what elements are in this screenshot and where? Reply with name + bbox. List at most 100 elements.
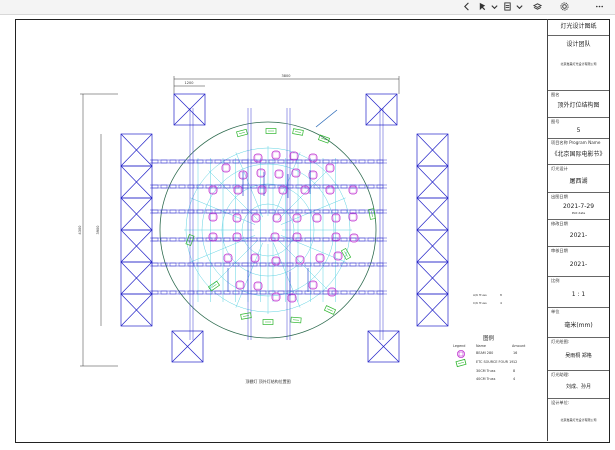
title-block-date: 出图日期 2021-7-29 Plot date — [548, 193, 609, 220]
truss-segment — [232, 159, 240, 164]
truss-segment — [205, 209, 213, 214]
truss-segment — [169, 237, 177, 242]
title-block-assistant: 灯光助理: 刘成、孙月 — [548, 371, 609, 399]
truss-segment — [241, 262, 249, 267]
truss-segment — [340, 290, 348, 295]
truss-segment — [331, 262, 339, 267]
truss-segment — [259, 262, 267, 267]
drawing-caption: 顶棚灯 顶外灯结构位置图 — [245, 378, 290, 384]
spot-fixture-layer — [185, 128, 376, 325]
truss-segment — [304, 237, 312, 242]
stage-plot-drawing: 3800 1200 4300 3900 顶棚灯 顶外灯结构位置图 A/K Tru… — [78, 74, 502, 384]
truss-segment — [205, 290, 213, 295]
truss-segment — [340, 159, 348, 164]
truss-segment — [340, 209, 348, 214]
truss-segment — [151, 237, 159, 242]
title-block-unit: 单位 毫米(mm) — [548, 308, 609, 338]
date-label: 出图日期 — [551, 194, 568, 199]
beam-fixture — [309, 281, 317, 289]
team-sub: 北京舞美灯光设计有限公司 — [560, 62, 597, 66]
truss-segment — [268, 159, 276, 164]
truss-row-layer — [150, 108, 387, 340]
truss-segment — [322, 237, 330, 242]
truss-segment — [178, 237, 186, 242]
title-block-team: 设计团队 北京舞美灯光设计有限公司 — [548, 36, 609, 91]
title-block-address: 设计单位: 北京舞美灯光设计有限公司 — [548, 399, 609, 441]
beam-fixture — [326, 164, 334, 172]
plot-date: 2021-7-29 — [562, 203, 595, 210]
plot-date-sub: Plot date — [571, 211, 586, 215]
sheet-label: 图号 — [551, 119, 560, 124]
truss-segment — [358, 290, 366, 295]
address-value: 北京舞美灯光设计有限公司 — [560, 418, 597, 422]
revision-date: 2021- — [569, 232, 588, 239]
project-name: 《北京国际电影节》 — [551, 151, 606, 158]
spot-fixture — [207, 280, 221, 292]
legend-header-name: Name — [476, 344, 487, 348]
truss-segment — [160, 290, 168, 295]
spot-fixture — [340, 247, 352, 261]
truss-segment — [331, 159, 339, 164]
beam-fixture — [254, 282, 262, 290]
truss-segment — [223, 209, 231, 214]
beam-fixture — [293, 233, 301, 241]
legend-row-2-name: ETC SOURCE FOUR 19 — [476, 360, 514, 364]
assistant-names: 刘成、孙月 — [565, 384, 591, 390]
truss-segment — [178, 262, 186, 267]
beam-fixture — [272, 293, 280, 301]
spot-fixture — [290, 316, 302, 324]
truss-segment — [151, 209, 159, 214]
truss-segment — [241, 159, 249, 164]
grid-spoke — [208, 239, 259, 290]
sheet-number: 5 — [576, 127, 581, 134]
truss-segment — [232, 209, 240, 214]
legend-header-legend: Legend — [453, 344, 466, 348]
truss-segment — [277, 209, 285, 214]
spot-fixture — [323, 305, 337, 315]
title-block-drawing-name: 图名 顶外灯位结构图 — [548, 91, 609, 118]
truss-segment — [241, 209, 249, 214]
legend-row-1-name: BEAM 280 — [476, 351, 494, 355]
truss-segment — [313, 262, 321, 267]
beam-fixture — [332, 214, 340, 222]
truss-segment — [178, 209, 186, 214]
beam-fixture — [273, 214, 281, 222]
truss-segment — [169, 184, 177, 189]
truss-segment — [151, 290, 159, 295]
unit-value: 毫米(mm) — [564, 322, 593, 329]
team-label: 设计团队 — [566, 41, 591, 48]
truss-segment — [313, 237, 321, 242]
title-block: 灯光设计图纸 设计团队 北京舞美灯光设计有限公司 图名 顶外灯位结构图 图号 5… — [547, 19, 609, 441]
truss-segment — [358, 159, 366, 164]
drawing-name: 顶外灯位结构图 — [557, 102, 600, 109]
truss-segment — [322, 290, 330, 295]
truss-segment — [169, 262, 177, 267]
legend-row-2-amount: 12 — [513, 360, 518, 364]
truss-segment — [331, 209, 339, 214]
truss-segment — [169, 159, 177, 164]
title-block-drafter: 灯光绘图: 吴雨桐 郑格 — [548, 338, 609, 371]
legend-row-3-amount: 8 — [513, 369, 516, 373]
beam-fixture — [275, 170, 283, 178]
truss-segment — [250, 209, 258, 214]
dim-left-inner: 3900 — [96, 226, 100, 235]
drawing-name-label: 图名 — [551, 92, 560, 97]
revision-label: 修改日期 — [551, 221, 568, 226]
spot-fixture — [262, 319, 274, 325]
spot-fixture — [292, 128, 304, 136]
designer-name: 屠西湖 — [569, 178, 588, 185]
beam-fixture — [272, 151, 280, 159]
title-block-review: 审核日期 2021- — [548, 247, 609, 277]
dim-top-inner: 1200 — [185, 81, 194, 85]
note-2-value: 4 — [500, 301, 502, 305]
beam-fixture — [309, 171, 317, 179]
legend-lamp-green-icon — [455, 358, 467, 368]
spot-fixture — [265, 128, 277, 134]
note-1-value: 8 — [500, 293, 502, 297]
beam-fixture — [257, 169, 265, 177]
annotation-leader — [315, 109, 338, 128]
title-block-revision: 修改日期 2021- — [548, 220, 609, 247]
truss-segment — [259, 290, 267, 295]
truss-segment — [295, 209, 303, 214]
review-label: 审核日期 — [551, 248, 568, 253]
